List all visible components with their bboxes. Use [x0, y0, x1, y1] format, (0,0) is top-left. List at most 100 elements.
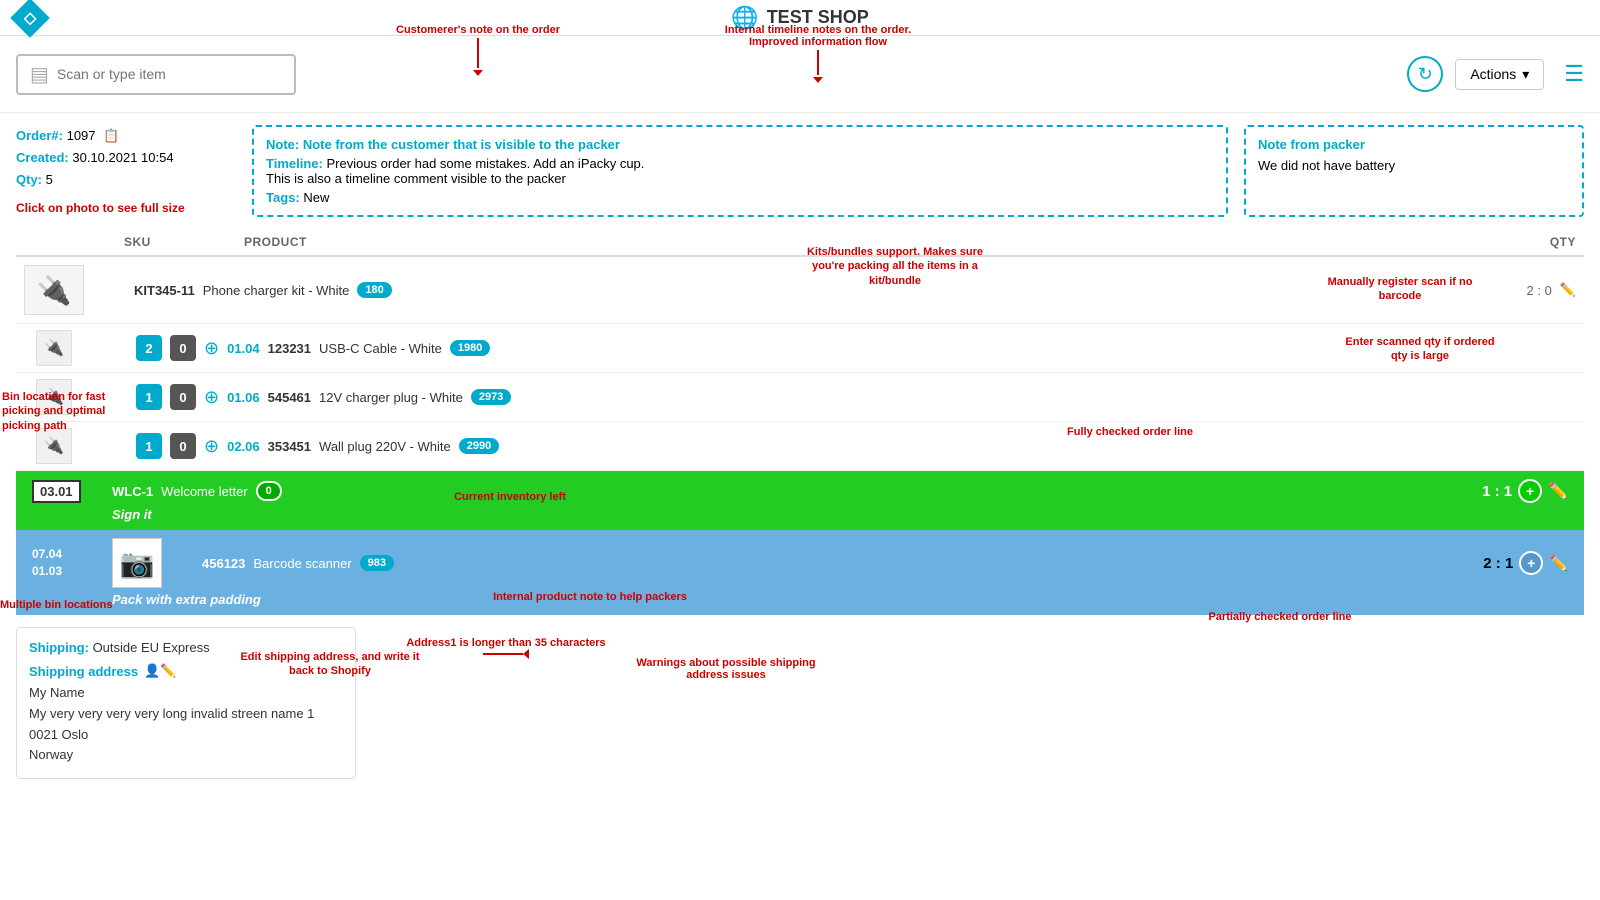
kit-sku: KIT345-11 — [134, 283, 195, 298]
qty-btn-teal-charger[interactable]: 1 — [136, 384, 162, 410]
sub-name-wallplug: Wall plug 220V - White — [319, 439, 451, 454]
address-postal: 0021 Oslo — [29, 725, 343, 746]
sub-sku-charger: 545461 — [268, 390, 311, 405]
qty-plus-usbc[interactable]: ⊕ — [204, 338, 219, 359]
product-thumbnail[interactable]: 🔌 — [24, 265, 84, 315]
note-text: Note from the customer that is visible t… — [303, 137, 620, 152]
shipping-type: Outside EU Express — [93, 640, 210, 655]
green-sub-text: Sign it — [112, 503, 1568, 522]
green-sku: WLC-1 — [112, 484, 153, 499]
blue-plus-btn[interactable]: + — [1519, 551, 1543, 575]
qty-btn-zero-charger[interactable]: 0 — [170, 384, 196, 410]
menu-button[interactable]: ☰ — [1564, 61, 1584, 87]
annotation-timeline: Internal timeline notes on the order. Im… — [708, 24, 928, 83]
sub-stock-wallplug: 2990 — [459, 438, 499, 454]
kit-row-phone-charger: 🔌 KIT345-11 Phone charger kit - White 18… — [16, 257, 1584, 324]
header-product: PRODUCT — [244, 235, 1476, 249]
blue-sub-text: Pack with extra padding — [112, 588, 1568, 607]
copy-icon[interactable]: 📋 — [103, 128, 119, 143]
kit-qty: 2 : 0 ✏️ — [1476, 282, 1576, 298]
actions-arrow: ▾ — [1522, 66, 1529, 83]
address-country: Norway — [29, 745, 343, 766]
qty-value: 5 — [46, 172, 53, 187]
sub-name-usbc: USB-C Cable - White — [319, 341, 442, 356]
customer-note-box: Note: Note from the customer that is vis… — [252, 125, 1228, 217]
info-notes-row: Order#: 1097 📋 Created: 30.10.2021 10:54… — [0, 113, 1600, 229]
address-street: My very very very very long invalid stre… — [29, 704, 343, 725]
shipping-box: Shipping: Outside EU Express Shipping ad… — [16, 627, 356, 779]
annotation-customer-note: Customerer's note on the order — [388, 24, 568, 76]
qty-btn-teal-wallplug[interactable]: 1 — [136, 433, 162, 459]
kit-name: Phone charger kit - White — [203, 283, 350, 298]
order-details: Order#: 1097 📋 Created: 30.10.2021 10:54… — [16, 125, 236, 191]
scan-input[interactable] — [57, 66, 282, 82]
top-bar: ▤ Customerer's note on the order Interna… — [0, 36, 1600, 113]
qty-plus-wallplug[interactable]: ⊕ — [204, 436, 219, 457]
blue-qty: 2 : 1 + ✏️ — [1448, 551, 1568, 575]
timeline-label: Timeline: — [266, 156, 323, 171]
bin-location-wallplug: 02.06 — [227, 439, 260, 454]
blue-bin-loc: 07.04 01.03 — [32, 546, 112, 580]
sub-thumb-wallplug[interactable]: 🔌 — [36, 428, 72, 464]
blue-row-scanner: 07.04 01.03 📷 456123 Barcode scanner 983… — [16, 530, 1584, 615]
green-edit-icon[interactable]: ✏️ — [1548, 481, 1568, 501]
sub-sku-usbc: 123231 — [268, 341, 311, 356]
click-photo-note[interactable]: Click on photo to see full size — [16, 201, 236, 215]
green-bin-loc: 03.01 — [32, 480, 81, 503]
annotation-warnings: Warnings about possible shipping address… — [626, 657, 826, 681]
green-name: Welcome letter — [161, 484, 247, 499]
bin-location-charger: 01.06 — [227, 390, 260, 405]
green-stock: 0 — [256, 481, 282, 501]
shipping-address: My Name My very very very very long inva… — [29, 683, 343, 766]
app-logo: ◇ — [16, 4, 44, 32]
kit-stock-badge: 180 — [357, 282, 391, 298]
green-plus-btn[interactable]: + — [1518, 479, 1542, 503]
note-label: Note: — [266, 137, 299, 152]
qty-btn-zero-usbc[interactable]: 0 — [170, 335, 196, 361]
qty-btn-teal-usbc[interactable]: 2 — [136, 335, 162, 361]
sub-thumb-usbc[interactable]: 🔌 — [36, 330, 72, 366]
sub-thumb-charger[interactable]: 🔌 — [36, 379, 72, 415]
shipping-address-title: Shipping address 👤✏️ — [29, 663, 343, 679]
header-image — [24, 235, 124, 249]
order-number: 1097 — [67, 128, 96, 143]
created-value: 30.10.2021 10:54 — [72, 150, 173, 165]
timeline-text2: This is also a timeline comment visible … — [266, 171, 1214, 186]
table-header: SKU PRODUCT QTY — [16, 229, 1584, 257]
green-qty-value: 1 : 1 — [1482, 483, 1512, 500]
edit-address-icon[interactable]: 👤✏️ — [144, 663, 176, 679]
packer-note-box: Note from packer We did not have battery — [1244, 125, 1584, 217]
shipping-label: Shipping: — [29, 640, 89, 655]
header-qty: QTY — [1476, 235, 1576, 249]
sub-item-charger: 🔌 1 0 ⊕ 01.06 545461 12V charger plug - … — [16, 373, 1584, 422]
products-table: SKU PRODUCT QTY 🔌 KIT345-11 Phone charge… — [0, 229, 1600, 615]
sub-item-wallplug: 🔌 1 0 ⊕ 02.06 353451 Wall plug 220V - Wh… — [16, 422, 1584, 471]
order-number-label: Order#: — [16, 128, 63, 143]
shipping-section: Shipping: Outside EU Express Shipping ad… — [0, 615, 1600, 791]
scan-input-wrapper[interactable]: ▤ — [16, 54, 296, 95]
blue-thumb[interactable]: 📷 — [112, 538, 162, 588]
kit-qty-value: 2 : 0 — [1527, 283, 1552, 298]
qty-plus-charger[interactable]: ⊕ — [204, 387, 219, 408]
sub-item-usbc: 🔌 2 0 ⊕ 01.04 123231 USB-C Cable - White… — [16, 324, 1584, 373]
annotation-address-long: Address1 is longer than 35 characters — [406, 637, 606, 659]
order-info-panel: Order#: 1097 📋 Created: 30.10.2021 10:54… — [16, 125, 236, 217]
address-name: My Name — [29, 683, 343, 704]
created-label: Created: — [16, 150, 69, 165]
packer-note-title: Note from packer — [1258, 137, 1570, 152]
header-sku: SKU — [124, 235, 244, 249]
blue-edit-icon[interactable]: ✏️ — [1549, 554, 1568, 572]
qty-btn-zero-wallplug[interactable]: 0 — [170, 433, 196, 459]
barcode-icon: ▤ — [30, 62, 49, 87]
packer-note-text: We did not have battery — [1258, 158, 1570, 173]
sub-sku-wallplug: 353451 — [268, 439, 311, 454]
refresh-button[interactable]: ↻ — [1407, 56, 1443, 92]
actions-label: Actions — [1470, 66, 1516, 82]
actions-button[interactable]: Actions ▾ — [1455, 59, 1544, 90]
green-row-welcome: 03.01 WLC-1 Welcome letter 0 1 : 1 + ✏️ … — [16, 471, 1584, 530]
sub-name-charger: 12V charger plug - White — [319, 390, 463, 405]
notes-area: Note: Note from the customer that is vis… — [252, 125, 1584, 217]
blue-name: Barcode scanner — [253, 556, 351, 571]
kit-edit-icon[interactable]: ✏️ — [1560, 282, 1576, 298]
tags-value: New — [303, 190, 329, 205]
